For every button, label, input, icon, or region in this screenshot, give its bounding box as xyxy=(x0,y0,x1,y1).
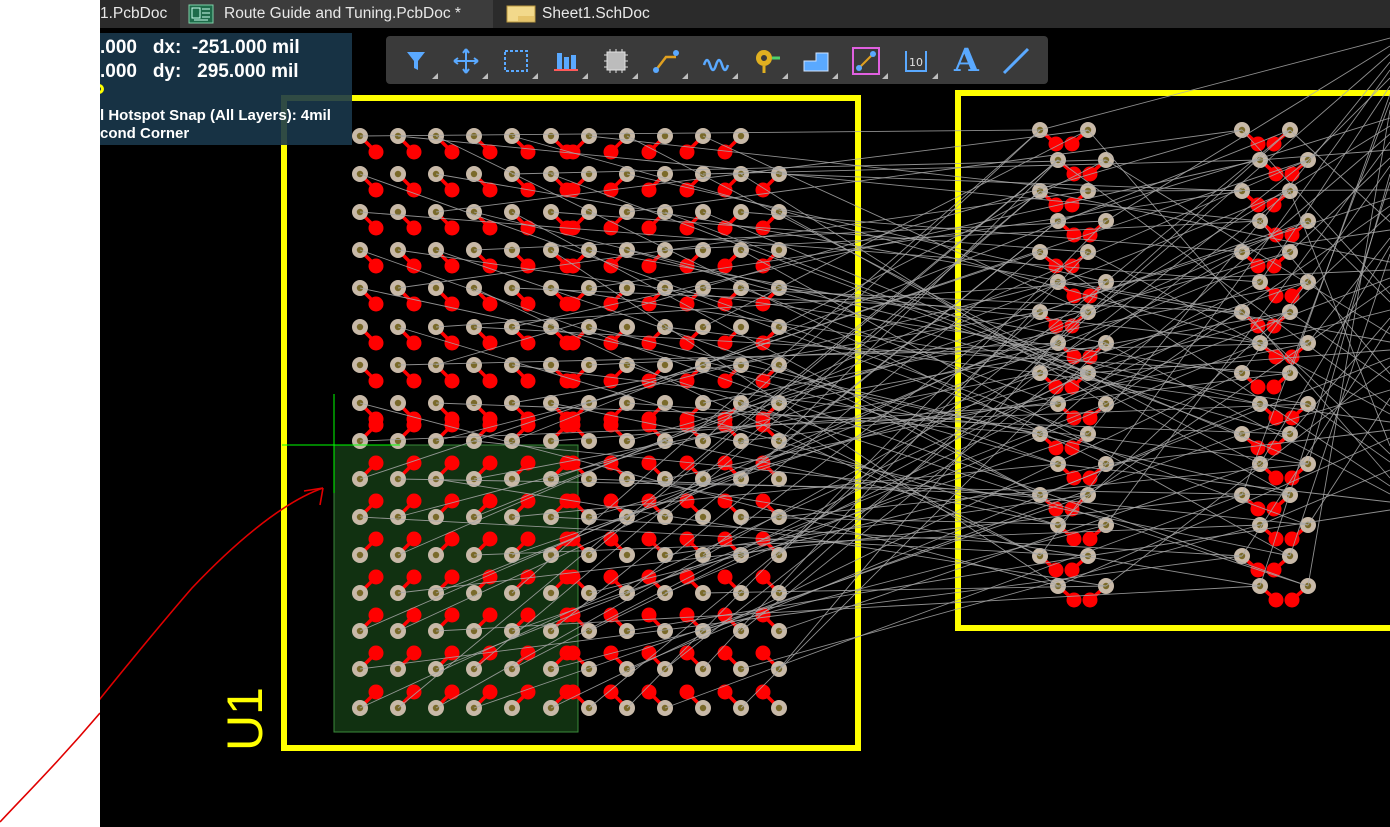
sch-doc-icon xyxy=(506,4,536,24)
document-tab-bar: 1.PcbDoc Route Guide and Tuning.PcbDoc *… xyxy=(100,0,1390,28)
annotation-arrow-tail xyxy=(0,712,100,823)
tab-pcbdoc-1[interactable]: 1.PcbDoc xyxy=(100,0,176,28)
pcb-doc-icon xyxy=(188,4,214,24)
freehand-annotation-arrow xyxy=(100,487,324,701)
annotation-margin xyxy=(0,0,100,827)
tab-route-guide-pcbdoc[interactable]: Route Guide and Tuning.PcbDoc * xyxy=(180,0,493,28)
tab-sheet1-schdoc[interactable]: Sheet1.SchDoc xyxy=(500,0,670,28)
tab-label: Route Guide and Tuning.PcbDoc * xyxy=(224,5,461,22)
tab-label: 1.PcbDoc xyxy=(100,5,168,22)
tab-label: Sheet1.SchDoc xyxy=(542,5,650,22)
pcb-editor-canvas[interactable]: .000 dx: -251.000 mil .000 dy: 295.000 m… xyxy=(100,28,1390,827)
